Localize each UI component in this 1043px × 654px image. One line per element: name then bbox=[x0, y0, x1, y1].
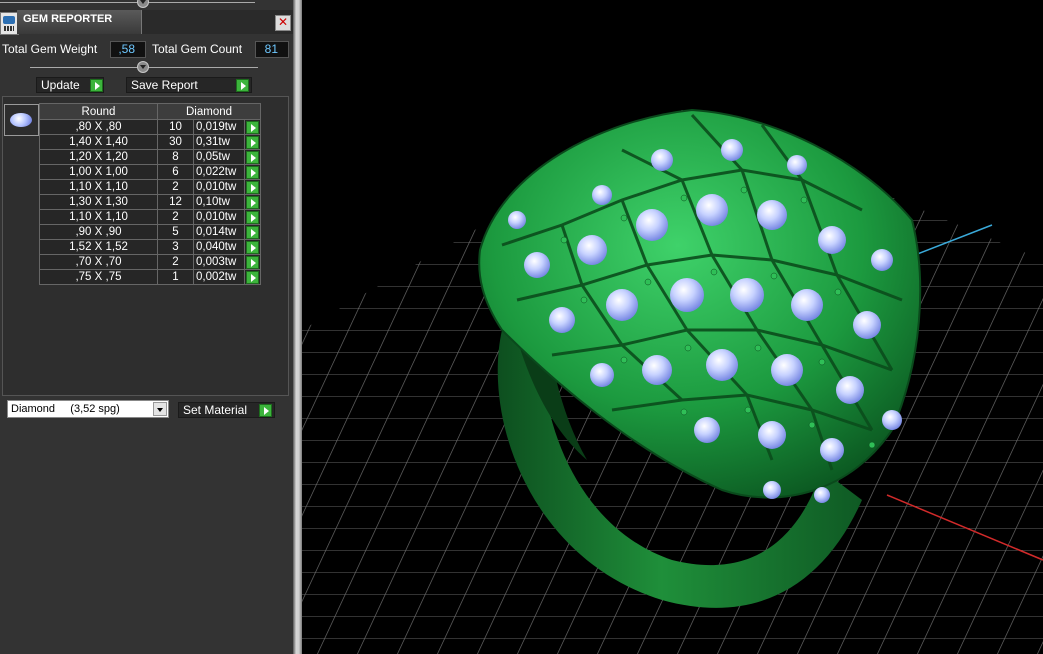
gem-weight: 0,040tw bbox=[193, 239, 245, 255]
play-arrow-icon bbox=[246, 121, 259, 134]
update-button-label: Update bbox=[41, 78, 80, 92]
save-report-button-label: Save Report bbox=[131, 78, 198, 92]
play-arrow-icon bbox=[246, 166, 259, 179]
table-row[interactable]: 1,40 X 1,40 30 0,31tw bbox=[39, 134, 261, 150]
gem-count: 30 bbox=[157, 134, 194, 150]
gem-size: ,75 X ,75 bbox=[39, 269, 158, 285]
gem-size: 1,10 X 1,10 bbox=[39, 179, 158, 195]
close-icon[interactable]: ✕ bbox=[275, 15, 291, 31]
gem-count: 6 bbox=[157, 164, 194, 180]
update-button[interactable]: Update bbox=[36, 77, 104, 93]
play-arrow-icon bbox=[246, 181, 259, 194]
table-row[interactable]: ,90 X ,90 5 0,014tw bbox=[39, 224, 261, 240]
set-material-button[interactable]: Set Material bbox=[178, 402, 275, 418]
gem-size: 1,40 X 1,40 bbox=[39, 134, 158, 150]
play-arrow-icon bbox=[246, 136, 259, 149]
play-arrow-icon bbox=[246, 271, 259, 284]
row-action-button[interactable] bbox=[244, 194, 261, 210]
gem-count: 1 bbox=[157, 269, 194, 285]
gem-weight: 0,31tw bbox=[193, 134, 245, 150]
3d-viewport[interactable] bbox=[302, 0, 1043, 654]
row-action-button[interactable] bbox=[244, 224, 261, 240]
table-row[interactable]: ,75 X ,75 1 0,002tw bbox=[39, 269, 261, 285]
gem-count: 8 bbox=[157, 149, 194, 165]
column-header-material: Diamond bbox=[157, 103, 261, 120]
gem-weight: 0,003tw bbox=[193, 254, 245, 270]
gem-count: 2 bbox=[157, 179, 194, 195]
total-gem-count-value: 81 bbox=[255, 41, 289, 58]
gem-size: ,70 X ,70 bbox=[39, 254, 158, 270]
gem-count: 10 bbox=[157, 119, 194, 135]
table-row[interactable]: 1,10 X 1,10 2 0,010tw bbox=[39, 179, 261, 195]
column-header-shape: Round bbox=[39, 103, 158, 120]
row-action-button[interactable] bbox=[244, 179, 261, 195]
set-material-button-label: Set Material bbox=[183, 403, 248, 417]
gem-size: 1,30 X 1,30 bbox=[39, 194, 158, 210]
top-slider-track[interactable] bbox=[0, 2, 255, 3]
total-gem-weight-label: Total Gem Weight bbox=[2, 42, 98, 56]
window-title: GEM REPORTER bbox=[23, 13, 113, 25]
play-arrow-icon bbox=[259, 404, 272, 417]
row-action-button[interactable] bbox=[244, 239, 261, 255]
gem-size: 1,00 X 1,00 bbox=[39, 164, 158, 180]
gem-size: ,90 X ,90 bbox=[39, 224, 158, 240]
table-row[interactable]: 1,30 X 1,30 12 0,10tw bbox=[39, 194, 261, 210]
table-row[interactable]: ,70 X ,70 2 0,003tw bbox=[39, 254, 261, 270]
gem-count: 5 bbox=[157, 224, 194, 240]
title-tab: GEM REPORTER bbox=[17, 10, 142, 34]
gem-reporter-panel: GEM REPORTER ✕ Total Gem Weight ,58 Tota… bbox=[0, 0, 293, 654]
row-action-button[interactable] bbox=[244, 254, 261, 270]
viewport-canvas[interactable] bbox=[302, 0, 1043, 654]
gem-weight: 0,010tw bbox=[193, 179, 245, 195]
dropdown-arrow-icon[interactable] bbox=[153, 402, 167, 416]
mid-slider-handle[interactable] bbox=[137, 61, 149, 73]
play-arrow-icon bbox=[90, 79, 103, 92]
table-row[interactable]: 1,52 X 1,52 3 0,040tw bbox=[39, 239, 261, 255]
top-slider-handle[interactable] bbox=[137, 0, 149, 8]
gem-weight: 0,002tw bbox=[193, 269, 245, 285]
gem-size: ,80 X ,80 bbox=[39, 119, 158, 135]
play-arrow-icon bbox=[246, 226, 259, 239]
gem-weight: 0,10tw bbox=[193, 194, 245, 210]
gem-size: 1,10 X 1,10 bbox=[39, 209, 158, 225]
gem-count: 12 bbox=[157, 194, 194, 210]
gem-weight: 0,014tw bbox=[193, 224, 245, 240]
save-report-button[interactable]: Save Report bbox=[126, 77, 252, 93]
gem-weight: 0,05tw bbox=[193, 149, 245, 165]
round-diamond-icon[interactable] bbox=[4, 104, 39, 136]
gem-table: Round Diamond ,80 X ,80 10 0,019tw 1,40 X 1… bbox=[39, 103, 261, 285]
gem-weight: 0,022tw bbox=[193, 164, 245, 180]
row-action-button[interactable] bbox=[244, 149, 261, 165]
total-gem-count-label: Total Gem Count bbox=[152, 42, 243, 56]
gem-weight: 0,019tw bbox=[193, 119, 245, 135]
gem-count: 2 bbox=[157, 254, 194, 270]
gem-count: 2 bbox=[157, 209, 194, 225]
play-arrow-icon bbox=[246, 241, 259, 254]
play-arrow-icon bbox=[246, 211, 259, 224]
row-action-button[interactable] bbox=[244, 164, 261, 180]
gem-count: 3 bbox=[157, 239, 194, 255]
table-row[interactable]: ,80 X ,80 10 0,019tw bbox=[39, 119, 261, 135]
play-arrow-icon bbox=[246, 196, 259, 209]
row-action-button[interactable] bbox=[244, 119, 261, 135]
row-action-button[interactable] bbox=[244, 269, 261, 285]
row-action-button[interactable] bbox=[244, 134, 261, 150]
table-row[interactable]: 1,10 X 1,10 2 0,010tw bbox=[39, 209, 261, 225]
row-action-button[interactable] bbox=[244, 209, 261, 225]
gem-weight: 0,010tw bbox=[193, 209, 245, 225]
play-arrow-icon bbox=[236, 79, 249, 92]
gem-size: 1,20 X 1,20 bbox=[39, 149, 158, 165]
table-row[interactable]: 1,00 X 1,00 6 0,022tw bbox=[39, 164, 261, 180]
table-row[interactable]: 1,20 X 1,20 8 0,05tw bbox=[39, 149, 261, 165]
material-dropdown[interactable]: Diamond (3,52 spg) bbox=[7, 400, 169, 418]
total-gem-weight-value: ,58 bbox=[110, 41, 146, 58]
gem-size: 1,52 X 1,52 bbox=[39, 239, 158, 255]
panel-splitter[interactable] bbox=[293, 0, 302, 654]
play-arrow-icon bbox=[246, 256, 259, 269]
material-selected-value: Diamond (3,52 spg) bbox=[11, 403, 120, 415]
play-arrow-icon bbox=[246, 151, 259, 164]
